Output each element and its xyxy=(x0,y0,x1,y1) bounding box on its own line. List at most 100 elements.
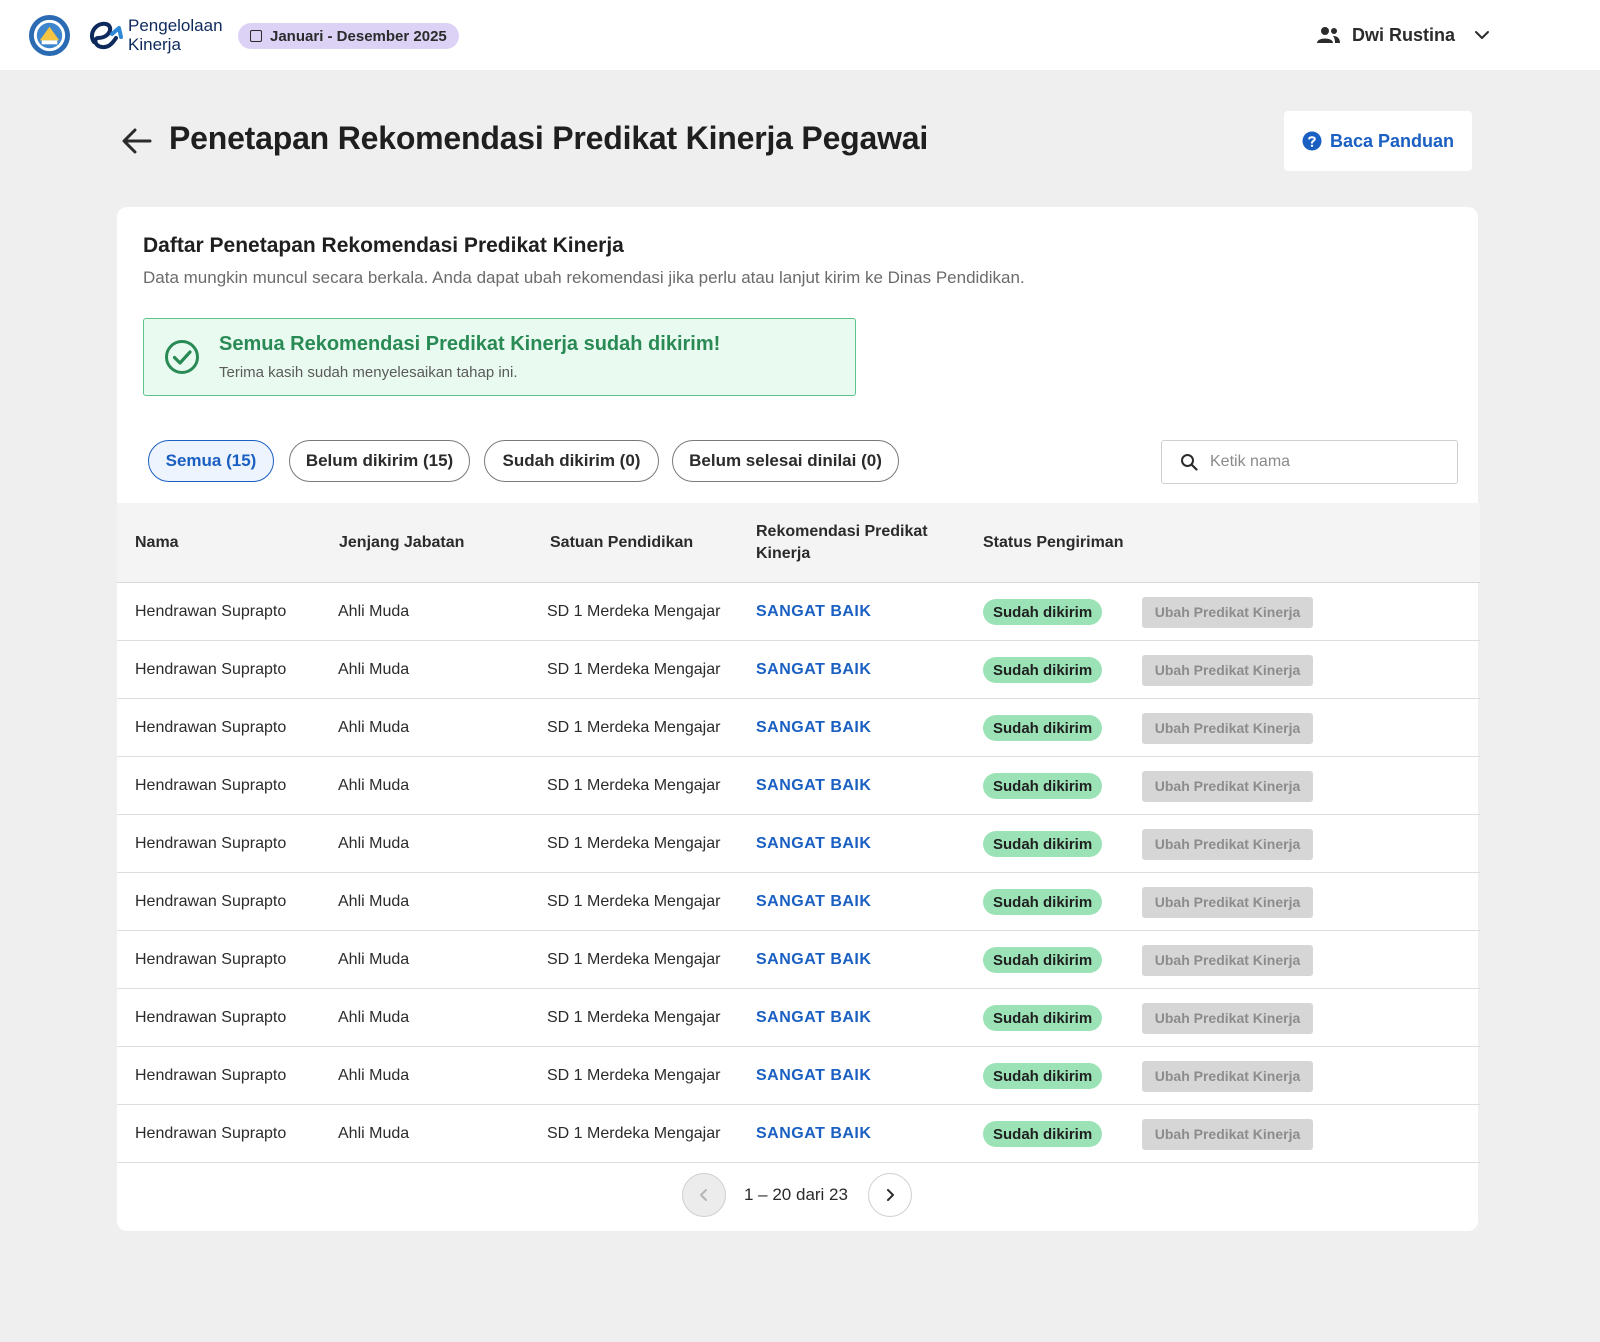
table-row: Hendrawan Suprapto Ahli Muda SD 1 Merdeka … xyxy=(117,1105,1480,1163)
filter-chip-belum-dikirim[interactable]: Belum dikirim (15) xyxy=(289,440,470,482)
cell-satuan: SD 1 Merdeka Mengajar xyxy=(547,603,721,620)
col-header-jenjang: Jenjang Jabatan xyxy=(339,534,465,551)
status-badge: Sudah dikirim xyxy=(983,1063,1103,1089)
edit-predicate-button[interactable]: Ubah Predikat Kinerja xyxy=(1142,712,1313,744)
edit-predicate-button[interactable]: Ubah Predikat Kinerja xyxy=(1142,770,1313,802)
cell-predikat: SANGAT BAIK xyxy=(756,661,872,678)
cell-jenjang: Ahli Muda xyxy=(338,835,410,852)
cell-status: Sudah dikirim xyxy=(983,931,1103,989)
cell-satuan: SD 1 Merdeka Mengajar xyxy=(547,1067,721,1084)
check-circle-icon xyxy=(165,340,199,374)
pagination: 1 – 20 dari 23 xyxy=(117,1173,1478,1219)
status-badge: Sudah dikirim xyxy=(983,599,1103,625)
success-alert: Semua Rekomendasi Predikat Kinerja sudah… xyxy=(143,318,856,396)
cell-predikat: SANGAT BAIK xyxy=(756,835,872,852)
help-circle-icon xyxy=(1302,131,1322,151)
app-name-line2: Kinerja xyxy=(128,35,181,54)
card-subtitle: Data mungkin muncul secara berkala. Anda… xyxy=(143,268,1025,287)
cell-jenjang: Ahli Muda xyxy=(338,893,410,910)
arrow-left-icon[interactable] xyxy=(120,124,154,158)
cell-satuan: SD 1 Merdeka Mengajar xyxy=(547,719,721,736)
prev-page-button[interactable] xyxy=(682,1173,726,1217)
cell-status: Sudah dikirim xyxy=(983,873,1103,931)
col-header-status: Status Pengiriman xyxy=(983,534,1124,551)
filter-chip-belum-selesai-dinilai[interactable]: Belum selesai dinilai (0) xyxy=(672,440,899,482)
chevron-right-icon xyxy=(887,1189,894,1201)
cell-jenjang: Ahli Muda xyxy=(338,661,410,678)
edit-predicate-button[interactable]: Ubah Predikat Kinerja xyxy=(1142,1118,1313,1150)
edit-predicate-button[interactable]: Ubah Predikat Kinerja xyxy=(1142,1060,1313,1092)
cell-predikat: SANGAT BAIK xyxy=(756,951,872,968)
cell-jenjang: Ahli Muda xyxy=(338,719,410,736)
user-menu[interactable]: Dwi Rustina xyxy=(1316,20,1491,50)
cell-status: Sudah dikirim xyxy=(983,1105,1103,1163)
cell-nama: Hendrawan Suprapto xyxy=(135,951,287,968)
card-title: Daftar Penetapan Rekomendasi Predikat Ki… xyxy=(143,234,624,257)
edit-predicate-button[interactable]: Ubah Predikat Kinerja xyxy=(1142,886,1313,918)
cell-nama: Hendrawan Suprapto xyxy=(135,719,287,736)
alert-title: Semua Rekomendasi Predikat Kinerja sudah… xyxy=(219,333,721,355)
cell-satuan: SD 1 Merdeka Mengajar xyxy=(547,951,721,968)
col-header-nama: Nama xyxy=(135,534,179,551)
cell-predikat: SANGAT BAIK xyxy=(756,1125,872,1142)
page-info: 1 – 20 dari 23 xyxy=(744,1185,848,1204)
cell-action: Ubah Predikat Kinerja xyxy=(1142,989,1313,1047)
table-header: Nama Jenjang Jabatan Satuan Pendidikan R… xyxy=(117,503,1480,583)
cell-action: Ubah Predikat Kinerja xyxy=(1142,641,1313,699)
calendar-icon xyxy=(250,30,262,42)
status-badge: Sudah dikirim xyxy=(983,889,1103,915)
list-card: Daftar Penetapan Rekomendasi Predikat Ki… xyxy=(117,207,1480,1231)
search-input[interactable] xyxy=(1210,453,1440,471)
app-name: Pengelolaan Kinerja xyxy=(128,16,223,54)
cell-status: Sudah dikirim xyxy=(983,815,1103,873)
edit-predicate-button[interactable]: Ubah Predikat Kinerja xyxy=(1142,944,1313,976)
cell-nama: Hendrawan Suprapto xyxy=(135,777,287,794)
filter-chip-sudah-dikirim[interactable]: Sudah dikirim (0) xyxy=(484,440,659,482)
cell-satuan: SD 1 Merdeka Mengajar xyxy=(547,1125,721,1142)
user-name: Dwi Rustina xyxy=(1352,24,1456,45)
top-bar: Pengelolaan Kinerja Januari - Desember 2… xyxy=(0,0,1600,70)
cell-action: Ubah Predikat Kinerja xyxy=(1142,699,1313,757)
status-badge: Sudah dikirim xyxy=(983,657,1103,683)
search-icon xyxy=(1181,454,1198,471)
cell-nama: Hendrawan Suprapto xyxy=(135,603,287,620)
status-badge: Sudah dikirim xyxy=(983,715,1103,741)
chevron-down-icon xyxy=(1475,31,1490,39)
cell-jenjang: Ahli Muda xyxy=(338,1125,410,1142)
cell-satuan: SD 1 Merdeka Mengajar xyxy=(547,1009,721,1026)
status-badge: Sudah dikirim xyxy=(983,831,1103,857)
edit-predicate-button[interactable]: Ubah Predikat Kinerja xyxy=(1142,596,1313,628)
page-title: Penetapan Rekomendasi Predikat Kinerja P… xyxy=(169,120,929,156)
status-badge: Sudah dikirim xyxy=(983,773,1103,799)
cell-predikat: SANGAT BAIK xyxy=(756,1009,872,1026)
table-body: Hendrawan Suprapto Ahli Muda SD 1 Merdeka … xyxy=(117,583,1480,1163)
table-row: Hendrawan Suprapto Ahli Muda SD 1 Merdeka … xyxy=(117,757,1480,815)
cell-predikat: SANGAT BAIK xyxy=(756,1067,872,1084)
cell-status: Sudah dikirim xyxy=(983,989,1103,1047)
cell-action: Ubah Predikat Kinerja xyxy=(1142,815,1313,873)
cell-nama: Hendrawan Suprapto xyxy=(135,1067,287,1084)
cell-jenjang: Ahli Muda xyxy=(338,1067,410,1084)
cell-satuan: SD 1 Merdeka Mengajar xyxy=(547,835,721,852)
cell-predikat: SANGAT BAIK xyxy=(756,777,872,794)
table-row: Hendrawan Suprapto Ahli Muda SD 1 Merdeka … xyxy=(117,699,1480,757)
status-badge: Sudah dikirim xyxy=(983,1121,1103,1147)
recommendation-table: Nama Jenjang Jabatan Satuan Pendidikan R… xyxy=(117,503,1480,1163)
edit-predicate-button[interactable]: Ubah Predikat Kinerja xyxy=(1142,828,1313,860)
guide-button[interactable]: Baca Panduan xyxy=(1284,111,1472,171)
cell-jenjang: Ahli Muda xyxy=(338,1009,410,1026)
search-box[interactable] xyxy=(1161,440,1458,484)
edit-predicate-button[interactable]: Ubah Predikat Kinerja xyxy=(1142,1002,1313,1034)
period-badge[interactable]: Januari - Desember 2025 xyxy=(238,23,459,49)
col-header-satuan: Satuan Pendidikan xyxy=(550,534,694,551)
cell-nama: Hendrawan Suprapto xyxy=(135,661,287,678)
cell-nama: Hendrawan Suprapto xyxy=(135,1125,287,1142)
cell-action: Ubah Predikat Kinerja xyxy=(1142,757,1313,815)
next-page-button[interactable] xyxy=(868,1173,912,1217)
filter-chip-semua[interactable]: Semua (15) xyxy=(148,440,274,482)
edit-predicate-button[interactable]: Ubah Predikat Kinerja xyxy=(1142,654,1313,686)
col-header-predikat: Rekomendasi Predikat Kinerja xyxy=(756,523,928,562)
table-row: Hendrawan Suprapto Ahli Muda SD 1 Merdeka … xyxy=(117,641,1480,699)
app-name-line1: Pengelolaan xyxy=(128,16,223,35)
period-label: Januari - Desember 2025 xyxy=(270,27,447,45)
